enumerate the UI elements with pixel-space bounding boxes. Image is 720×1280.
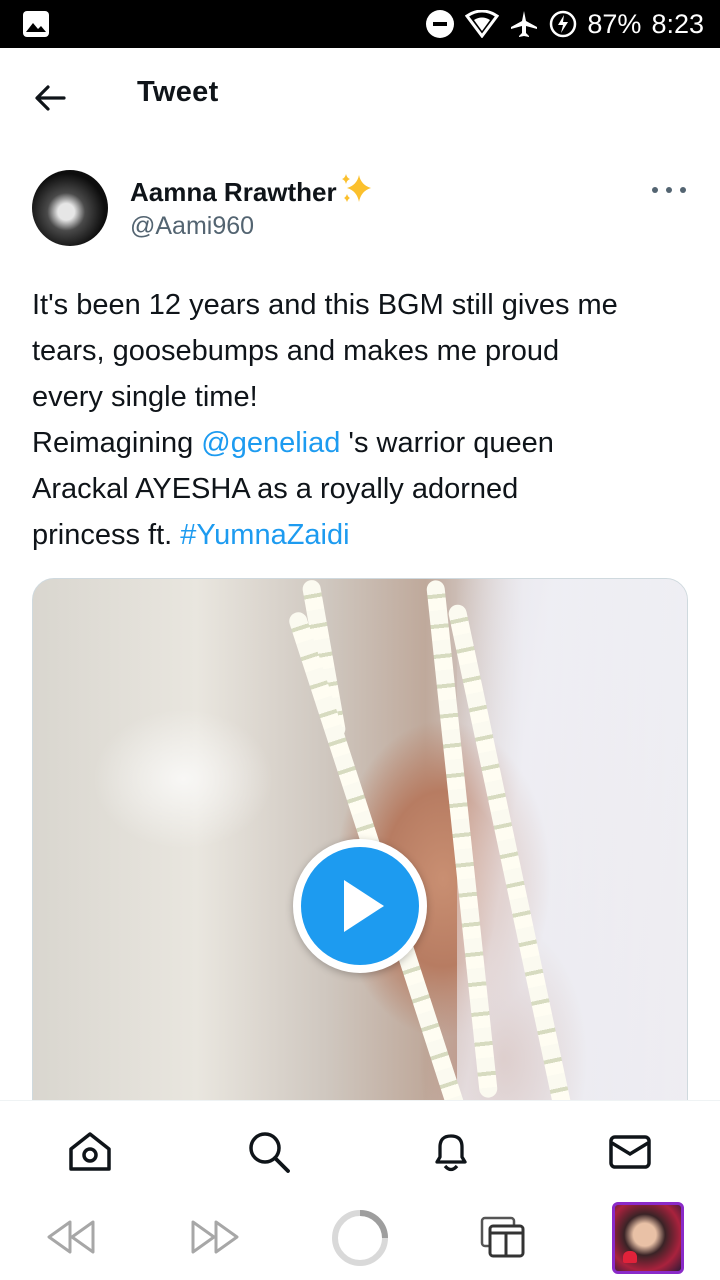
tabs-icon — [480, 1216, 525, 1258]
status-bar: 87% 8:23 — [0, 0, 720, 48]
back-button[interactable] — [30, 78, 70, 118]
tab-bar — [0, 1100, 720, 1196]
clock: 8:23 — [651, 8, 704, 39]
rewind-icon — [47, 1220, 95, 1254]
fast-forward-button[interactable] — [188, 1214, 242, 1260]
page-title: Tweet — [137, 76, 219, 108]
hashtag-link[interactable]: #YumnaZaidi — [180, 519, 349, 551]
profile-thumbnail[interactable] — [612, 1202, 684, 1274]
tweet-text: It's been 12 years and this BGM still gi… — [32, 289, 618, 551]
avatar[interactable] — [32, 170, 108, 246]
more-dot — [666, 187, 672, 193]
tab-home[interactable] — [67, 1129, 113, 1175]
heart-icon — [623, 1251, 637, 1263]
search-icon — [249, 1132, 290, 1173]
arrow-left-icon — [35, 85, 66, 111]
battery-level: 87% — [587, 8, 642, 39]
loading-button[interactable] — [330, 1208, 390, 1268]
home-icon — [69, 1132, 111, 1171]
tab-messages[interactable] — [607, 1129, 653, 1175]
messages-icon — [609, 1135, 651, 1169]
more-options-button[interactable] — [652, 182, 686, 198]
gallery-icon — [22, 10, 50, 38]
play-icon — [344, 880, 384, 932]
tweet-video[interactable] — [32, 578, 688, 1138]
sparkles-emoji — [339, 172, 375, 213]
charging-icon — [549, 10, 577, 38]
more-dot — [680, 187, 686, 193]
mention-link[interactable]: @geneliad — [201, 427, 340, 459]
rewind-button[interactable] — [44, 1214, 98, 1260]
more-dot — [652, 187, 658, 193]
tab-search[interactable] — [246, 1129, 292, 1175]
browser-nav-bar — [0, 1196, 720, 1280]
header: Tweet — [0, 48, 720, 148]
do-not-disturb-icon — [425, 9, 455, 39]
notifications-icon — [435, 1134, 467, 1172]
author-name[interactable]: Aamna Rrawther — [130, 172, 375, 213]
author-handle[interactable]: @Aami960 — [130, 212, 254, 241]
tabs-button[interactable] — [478, 1212, 528, 1262]
fast-forward-icon — [191, 1220, 239, 1254]
tweet-author: Aamna Rrawther @Aami960 — [32, 168, 692, 248]
wifi-icon — [465, 10, 500, 38]
loading-icon — [332, 1210, 388, 1266]
airplane-icon — [509, 9, 539, 39]
tab-notifications[interactable] — [428, 1129, 474, 1175]
play-button[interactable] — [293, 839, 427, 973]
